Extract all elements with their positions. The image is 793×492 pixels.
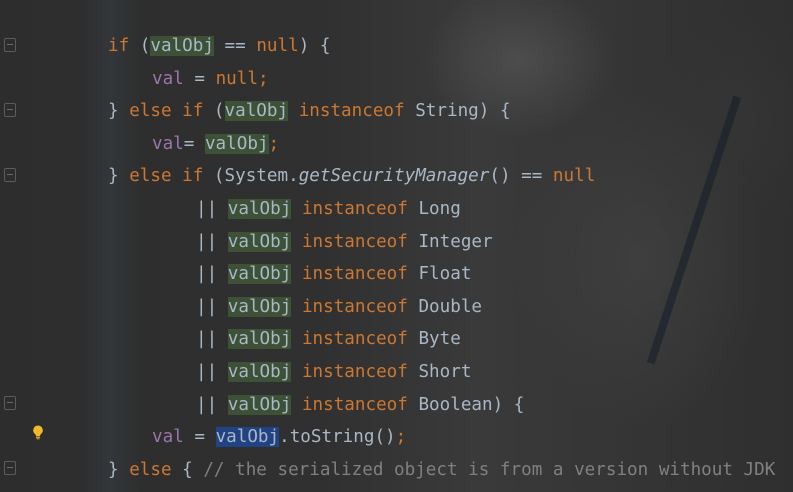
code-keyword: ; (268, 133, 280, 154)
code-line[interactable]: || valObj instanceof Double (196, 291, 482, 323)
code-keyword: else if (129, 101, 204, 122)
code-keyword: ; (395, 427, 407, 448)
code-token: valObj (227, 264, 292, 285)
code-keyword: instanceof (301, 231, 408, 252)
code-token: valObj (215, 427, 280, 448)
code-token: || (196, 199, 228, 219)
code-token: ( (129, 36, 151, 56)
code-keyword: else (129, 459, 172, 480)
code-line[interactable]: || valObj instanceof Short (196, 356, 471, 388)
code-token: getSecurityManager (298, 166, 490, 187)
code-token: } (108, 101, 130, 122)
code-keyword: null (256, 36, 299, 56)
code-token: valObj (227, 394, 292, 415)
fold-marker-icon[interactable] (4, 168, 16, 182)
code-token: (System. (203, 166, 299, 187)
code-token: Integer (407, 231, 493, 252)
code-token: == (213, 36, 257, 56)
code-token: valObj (227, 199, 292, 219)
code-keyword: else if (129, 166, 204, 187)
code-token: || (196, 296, 228, 317)
background-streak (80, 0, 140, 492)
code-keyword: instanceof (301, 394, 408, 415)
fold-marker-icon[interactable] (4, 38, 16, 52)
code-token: Double (407, 296, 483, 317)
code-token: Long (407, 199, 461, 219)
code-token: valObj (227, 362, 292, 382)
code-token: valObj (224, 101, 289, 122)
code-token: valObj (150, 36, 214, 56)
code-token: val (152, 133, 184, 154)
code-keyword: instanceof (301, 296, 408, 317)
code-keyword: instanceof (298, 101, 405, 122)
code-token: } (108, 166, 130, 187)
code-token: valObj (227, 329, 292, 350)
code-keyword: instanceof (301, 362, 408, 382)
code-line[interactable]: if (valObj == null) { (108, 30, 330, 62)
code-line[interactable]: } else if (valObj instanceof String) { (108, 95, 511, 127)
code-token: val (152, 427, 184, 448)
code-token: String) { (404, 101, 511, 122)
code-token: { (171, 459, 204, 480)
code-line[interactable]: || valObj instanceof Byte (196, 323, 461, 355)
code-token: valObj (227, 296, 292, 317)
code-token: ) { (298, 36, 331, 56)
code-line[interactable]: val = null; (152, 63, 269, 95)
lightbulb-icon[interactable] (30, 424, 46, 440)
code-keyword: if (108, 36, 130, 56)
code-keyword: ; (257, 68, 269, 89)
code-token: || (196, 362, 228, 382)
code-token: valObj (227, 231, 292, 252)
code-token: || (196, 394, 228, 415)
code-keyword: instanceof (301, 199, 408, 219)
code-token: = (183, 133, 205, 154)
background-strap (646, 95, 742, 365)
code-token: Boolean) { (407, 394, 525, 415)
fold-marker-icon[interactable] (4, 103, 16, 117)
code-keyword: null (552, 166, 596, 187)
code-line[interactable]: || valObj instanceof Long (196, 193, 461, 225)
code-token: Short (407, 362, 472, 382)
code-comment: // the serialized object is from a versi… (203, 459, 776, 480)
code-token: () == (489, 166, 553, 187)
code-keyword: null (215, 68, 258, 89)
code-token: valObj (204, 133, 269, 154)
fold-marker-icon[interactable] (4, 461, 16, 475)
code-line[interactable]: } else { // the serialized object is fro… (108, 454, 775, 486)
code-keyword: instanceof (301, 329, 408, 350)
code-line[interactable]: } else if (System.getSecurityManager() =… (108, 160, 595, 192)
code-token: || (196, 329, 228, 350)
code-keyword: instanceof (301, 264, 408, 285)
code-token: val (152, 68, 184, 89)
editor-gutter[interactable] (0, 0, 28, 492)
code-token: } (108, 459, 130, 480)
code-line[interactable]: || valObj instanceof Integer (196, 226, 493, 258)
code-token: || (196, 231, 228, 252)
code-line[interactable]: val = valObj.toString(); (152, 421, 406, 453)
code-line[interactable]: || valObj instanceof Boolean) { (196, 389, 524, 421)
code-token: = (183, 427, 216, 448)
code-token: ( (203, 101, 225, 122)
code-token: .toString() (279, 427, 396, 448)
fold-marker-icon[interactable] (4, 396, 16, 410)
code-line[interactable]: val= valObj; (152, 128, 279, 160)
code-token: = (183, 68, 216, 89)
code-line[interactable]: || valObj instanceof Float (196, 258, 471, 290)
code-token: Float (407, 264, 472, 285)
code-token: Byte (407, 329, 461, 350)
code-token: || (196, 264, 228, 285)
